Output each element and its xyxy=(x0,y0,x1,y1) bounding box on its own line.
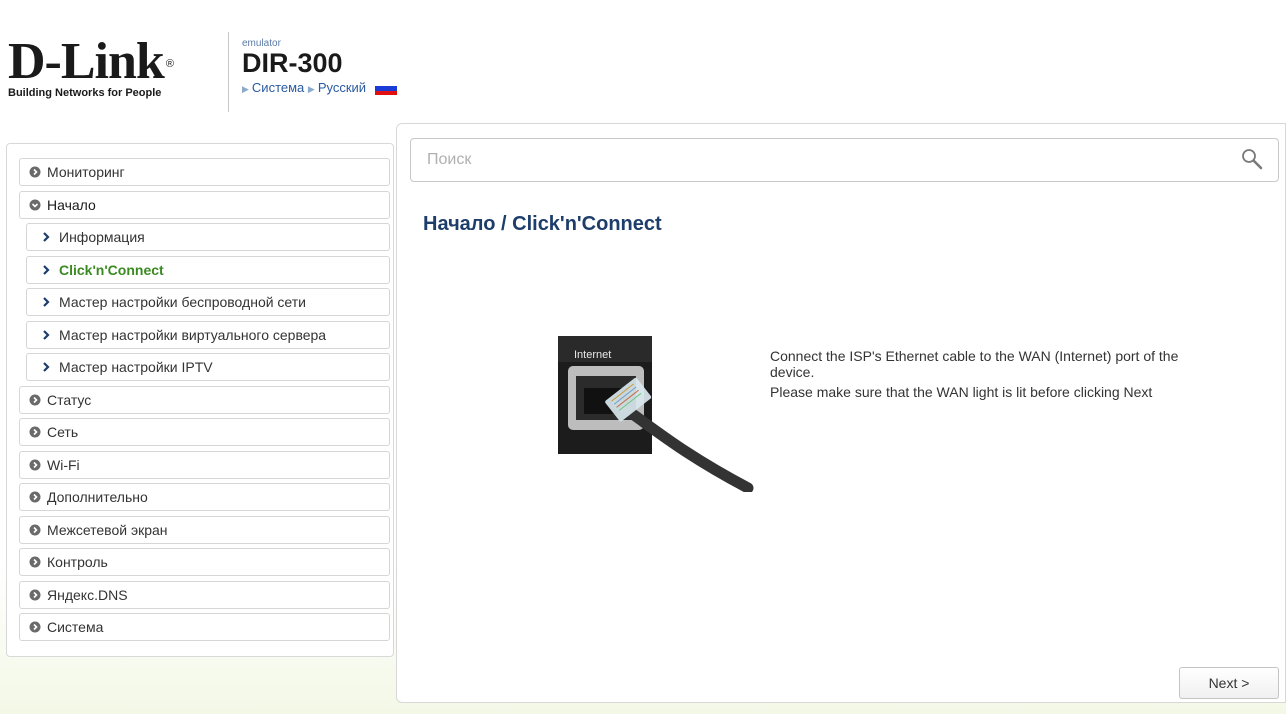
sidebar-item-label: Мастер настройки беспроводной сети xyxy=(59,294,306,310)
chevron-down-circle-icon xyxy=(29,199,41,211)
header-divider xyxy=(228,32,229,112)
next-button[interactable]: Next > xyxy=(1179,667,1279,699)
sidebar-item[interactable]: Информация xyxy=(26,223,390,251)
chevron-right-circle-icon xyxy=(29,426,41,438)
sidebar-item[interactable]: Click'n'Connect xyxy=(26,256,390,284)
sidebar-item-label: Wi-Fi xyxy=(47,457,80,473)
sidebar-item-label: Мастер настройки виртуального сервера xyxy=(59,327,327,343)
chevron-right-icon xyxy=(43,232,50,242)
chevron-right-circle-icon xyxy=(29,556,41,568)
ethernet-port-illustration: Internet xyxy=(558,336,754,492)
header-breadcrumb: ▶ Система ▶ Русский xyxy=(242,80,397,96)
russian-flag-icon[interactable] xyxy=(374,82,397,96)
sidebar-item[interactable]: Статус xyxy=(19,386,390,414)
triangle-right-icon: ▶ xyxy=(242,84,249,94)
flag-stripe-red xyxy=(374,90,397,96)
sidebar-item-label: Дополнительно xyxy=(47,489,148,505)
chevron-right-icon xyxy=(43,297,50,307)
sidebar-item[interactable]: Wi-Fi xyxy=(19,451,390,479)
sidebar-item[interactable]: Система xyxy=(19,613,390,641)
sidebar-item[interactable]: Мастер настройки беспроводной сети xyxy=(26,288,390,316)
sidebar-item[interactable]: Межсетевой экран xyxy=(19,516,390,544)
brand-name: D-Link xyxy=(8,33,165,90)
chevron-right-circle-icon xyxy=(29,459,41,471)
chevron-right-circle-icon xyxy=(29,394,41,406)
chevron-right-circle-icon xyxy=(29,524,41,536)
sidebar-item[interactable]: Мастер настройки виртуального сервера xyxy=(26,321,390,349)
sidebar-item[interactable]: Яндекс.DNS xyxy=(19,581,390,609)
registered-mark: ® xyxy=(165,58,174,70)
magnifier-icon[interactable] xyxy=(1240,147,1264,171)
chevron-right-circle-icon xyxy=(29,621,41,633)
model-name: DIR-300 xyxy=(242,48,343,78)
sidebar-menu: Мониторинг Начало Информация Click'n'Connec… xyxy=(6,143,394,657)
header: D-Link ® Building Networks for People emu… xyxy=(0,0,1286,118)
brand-tagline: Building Networks for People xyxy=(8,87,162,99)
crumb-system[interactable]: Система xyxy=(252,80,304,95)
sidebar-item-label: Яндекс.DNS xyxy=(47,587,128,603)
dlink-logo: D-Link ® Building Networks for People xyxy=(8,36,174,100)
sidebar-item-label: Статус xyxy=(47,392,92,408)
sidebar-item-label: Межсетевой экран xyxy=(47,522,168,538)
sidebar-item[interactable]: Начало xyxy=(19,191,390,219)
chevron-right-circle-icon xyxy=(29,166,41,178)
sidebar-item[interactable]: Мониторинг xyxy=(19,158,390,186)
sidebar-item-label: Мастер настройки IPTV xyxy=(59,359,213,375)
sidebar-item-label: Начало xyxy=(47,197,96,213)
instruction-wan-light: Please make sure that the WAN light is l… xyxy=(770,384,1153,400)
chevron-right-icon xyxy=(43,362,50,372)
page-title: Начало / Click'n'Connect xyxy=(423,213,662,235)
port-label: Internet xyxy=(574,349,611,361)
sidebar-item[interactable]: Сеть xyxy=(19,418,390,446)
sidebar-item-label: Информация xyxy=(59,229,145,245)
chevron-right-icon xyxy=(43,265,50,275)
sidebar-item-label: Контроль xyxy=(47,554,108,570)
model-block: emulator DIR-300 ▶ Система ▶ Русский xyxy=(242,38,397,96)
sidebar-item-label: Система xyxy=(47,619,104,635)
chevron-right-circle-icon xyxy=(29,589,41,601)
sidebar-item-label: Сеть xyxy=(47,424,79,440)
sidebar-item[interactable]: Дополнительно xyxy=(19,483,390,511)
sidebar-item-label: Click'n'Connect xyxy=(59,262,164,278)
sidebar-item[interactable]: Мастер настройки IPTV xyxy=(26,353,390,381)
triangle-right-icon: ▶ xyxy=(307,84,315,94)
sidebar-item-label: Мониторинг xyxy=(47,164,125,180)
instructions: Connect the ISP's Ethernet cable to the … xyxy=(770,348,1210,404)
crumb-language[interactable]: Русский xyxy=(318,80,366,95)
instruction-connect: Connect the ISP's Ethernet cable to the … xyxy=(770,348,1179,380)
search-input[interactable] xyxy=(410,138,1279,182)
chevron-right-icon xyxy=(43,330,50,340)
chevron-right-circle-icon xyxy=(29,491,41,503)
sidebar-item[interactable]: Контроль xyxy=(19,548,390,576)
main-panel: Начало / Click'n'Connect Internet Connec… xyxy=(396,123,1286,703)
